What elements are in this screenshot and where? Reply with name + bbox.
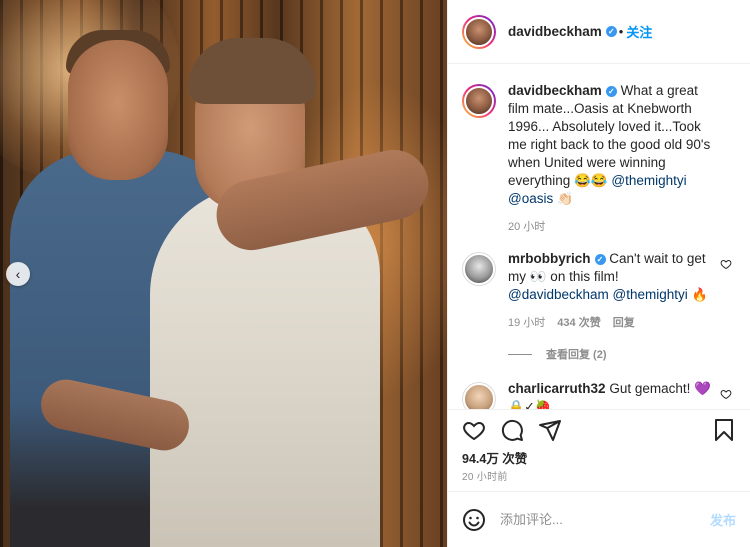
comment-username[interactable]: mrbobbyrich	[508, 251, 591, 266]
mention-link[interactable]: @themightyi	[613, 287, 688, 302]
replies-divider	[508, 353, 532, 355]
fire-emoji: 🔥	[691, 287, 708, 302]
caption: davidbeckham ✓ What a great film mate...O…	[462, 82, 736, 236]
emoji-icon[interactable]	[462, 508, 486, 532]
bookmark-icon[interactable]	[712, 418, 736, 442]
comment-input[interactable]	[500, 512, 710, 527]
comment-meta: 19 小时 434 次赞 回复	[508, 314, 718, 332]
likes-count[interactable]: 94.4万 次赞	[448, 449, 750, 469]
post-photo[interactable]: ‹	[0, 0, 447, 547]
mention-link[interactable]: @davidbeckham	[508, 287, 609, 302]
caption-meta: 20 小时	[508, 218, 718, 236]
reply-button[interactable]: 回复	[613, 314, 635, 332]
view-replies-button[interactable]: 查看回复 (2)	[508, 346, 736, 362]
view-replies-label: 查看回复 (2)	[546, 349, 607, 361]
comment-emoji-line: 🔒✓🍓	[508, 399, 552, 409]
post-header: davidbeckham ✓ • 关注	[448, 0, 750, 64]
person-left-head	[68, 40, 168, 180]
heart-icon[interactable]	[720, 388, 732, 400]
comment-time[interactable]: 19 小时	[508, 314, 545, 332]
comment-item: mrbobbyrich ✓ Can't wait to get my 👀 on t…	[462, 250, 736, 332]
heart-icon[interactable]	[720, 258, 732, 270]
post-comment-button[interactable]: 发布	[710, 510, 736, 529]
avatar[interactable]	[462, 382, 496, 409]
header-separator: •	[618, 24, 624, 39]
instagram-post: ‹ davidbeckham ✓ • 关注 davidbeckham ✓ What…	[0, 0, 750, 547]
avatar[interactable]	[462, 84, 496, 118]
follow-button[interactable]: 关注	[626, 22, 652, 41]
post-time[interactable]: 20 小时前	[448, 469, 750, 491]
header-username[interactable]: davidbeckham	[508, 24, 602, 39]
chevron-left-icon[interactable]: ‹	[6, 262, 30, 286]
comments-list[interactable]: davidbeckham ✓ What a great film mate...O…	[448, 64, 750, 547]
mention-link[interactable]: @themightyi	[611, 173, 686, 188]
verified-badge-icon: ✓	[605, 26, 617, 37]
avatar[interactable]	[462, 252, 496, 286]
person-right-hair	[188, 38, 316, 104]
heart-icon[interactable]	[462, 418, 486, 442]
comment-likes[interactable]: 434 次赞	[557, 314, 600, 332]
comment-username[interactable]: charlicarruth32	[508, 381, 606, 396]
caption-username[interactable]: davidbeckham	[508, 83, 602, 98]
mention-link[interactable]: @oasis	[508, 191, 553, 206]
comment-icon[interactable]	[500, 418, 524, 442]
caption-time[interactable]: 20 小时	[508, 218, 545, 236]
clap-emoji: 👏🏻	[557, 191, 574, 206]
verified-badge-icon: ✓	[594, 254, 606, 265]
share-icon[interactable]	[538, 418, 562, 442]
post-side-panel: davidbeckham ✓ • 关注 davidbeckham ✓ What a…	[447, 0, 750, 547]
comment-item: charlicarruth32 Gut gemacht! 💜 🔒✓🍓	[462, 380, 736, 409]
comment-text: Gut gemacht! 💜	[609, 381, 711, 396]
verified-badge-icon: ✓	[605, 86, 617, 97]
avatar[interactable]	[462, 14, 496, 49]
action-bar	[448, 409, 750, 449]
